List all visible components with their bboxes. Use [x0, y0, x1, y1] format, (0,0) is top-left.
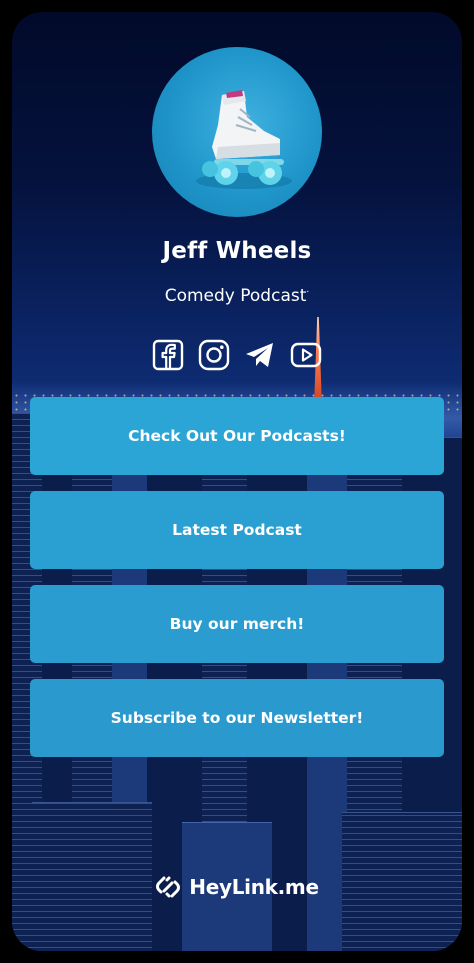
- profile-subtitle: Comedy Podcast·: [12, 286, 462, 306]
- link-button-merch[interactable]: Buy our merch!: [30, 585, 444, 663]
- roller-skate-image: [196, 90, 292, 189]
- link-button-newsletter[interactable]: Subscribe to our Newsletter!: [30, 679, 444, 757]
- subtitle-text: Comedy Podcast: [164, 286, 307, 306]
- telegram-icon[interactable]: [244, 339, 276, 371]
- avatar: [152, 47, 322, 217]
- profile-page: Jeff Wheels Comedy Podcast· Check Out Ou…: [12, 12, 462, 951]
- link-button-podcasts[interactable]: Check Out Our Podcasts!: [30, 397, 444, 475]
- subtitle-mark: ·: [306, 287, 310, 298]
- link-button-latest-podcast[interactable]: Latest Podcast: [30, 491, 444, 569]
- instagram-icon[interactable]: [198, 339, 230, 371]
- profile-name: Jeff Wheels: [162, 238, 312, 264]
- screen-corner: [460, 949, 474, 963]
- heylink-logo-icon: [156, 876, 181, 898]
- social-links: [152, 338, 322, 372]
- facebook-icon[interactable]: [152, 339, 184, 371]
- youtube-icon[interactable]: [290, 339, 322, 371]
- screen-corner: [0, 949, 14, 963]
- screen-corner: [0, 0, 14, 14]
- heylink-brand-text: HeyLink.me: [189, 875, 319, 899]
- heylink-brand[interactable]: HeyLink.me: [12, 874, 462, 900]
- link-list: Check Out Our Podcasts! Latest Podcast B…: [30, 397, 444, 773]
